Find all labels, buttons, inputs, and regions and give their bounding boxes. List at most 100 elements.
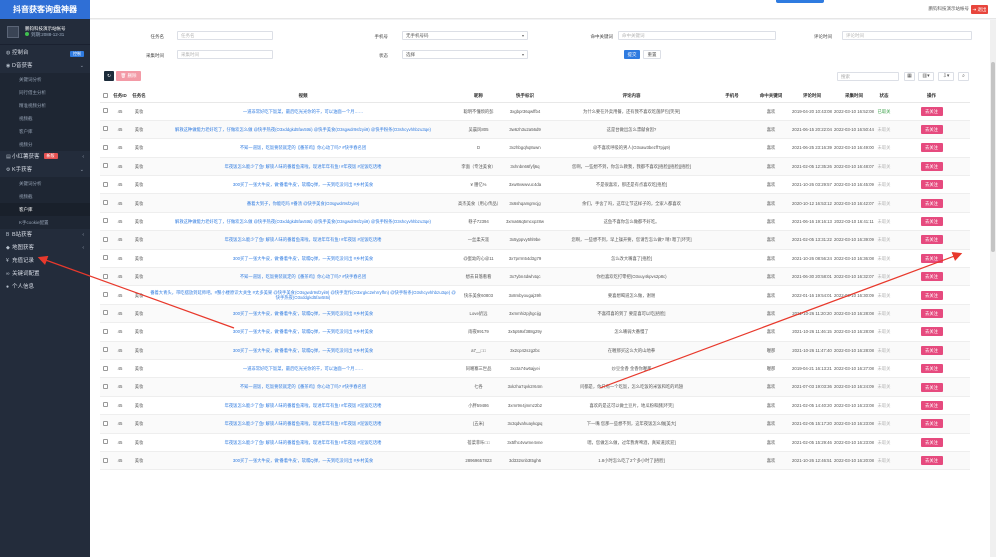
follow-button[interactable]: 去关注 — [920, 217, 943, 227]
row-checkbox[interactable] — [103, 255, 108, 261]
follow-button[interactable]: 去关注 — [920, 180, 943, 190]
columns-button[interactable]: ▥▾ — [918, 72, 934, 81]
row-checkbox[interactable] — [103, 383, 108, 389]
sidebar-item-4[interactable]: B B站获客 ‹ — [0, 229, 90, 242]
sidebar-item-7[interactable]: ∞ 关键词配置 — [0, 268, 90, 281]
row-checkbox[interactable] — [103, 163, 108, 169]
sidebar-subitem[interactable]: K手cookie配置 — [0, 216, 90, 229]
cell-video[interactable]: 年夜饭怎么能少了鱼! 解锁人味的番着鱼来啦。现进年年有鱼! #年夜饭 #泥饭吃话… — [149, 230, 457, 250]
logout-button[interactable]: ⇥ 退出 — [971, 5, 988, 14]
scrollbar[interactable] — [990, 20, 996, 557]
sidebar-item-5[interactable]: ◆ 地图获客 ‹ — [0, 242, 90, 255]
follow-button[interactable]: 去关注 — [920, 382, 943, 392]
reset-button[interactable]: 重置 — [643, 50, 661, 59]
comment-time-input[interactable]: 评论时间 — [842, 31, 972, 40]
column-header[interactable] — [100, 90, 111, 103]
cell-video[interactable]: 番着大青头，带吃摆放到延师吧。#蟹小楼原识大关生 #太多美果 @快手美食(O3s… — [149, 285, 457, 305]
cell-video[interactable]: 年夜饭怎么能少了鱼! 解锁人味的番着鱼来啦。现进年年有鱼! #年夜饭 #泥饭吃话… — [149, 157, 457, 177]
row-checkbox[interactable] — [103, 144, 108, 150]
sidebar-item-3[interactable]: ⚙ K手获客 ⌄ — [0, 164, 90, 177]
row-checkbox[interactable] — [103, 218, 108, 224]
sidebar-subitem[interactable]: 客户库 — [0, 125, 90, 138]
sidebar-subitem[interactable]: 视频截 — [0, 190, 90, 203]
cell-video[interactable]: 一道非常好吃下饭菜，最后吃光光你的干，可以油面一个月…… — [149, 102, 457, 121]
table-search-button[interactable]: ⌕ — [958, 72, 969, 81]
row-checkbox[interactable] — [103, 365, 108, 371]
cell-video[interactable]: 解救这种做能力老好吃了，仔做欢怎么做 @快手热夜(O3xddgkd5fav5t6… — [149, 120, 457, 140]
cell-video[interactable]: 300买了一张大牛皮，做'番着牛皮'，软糯Q弹，一天到吃没问出 #乡村美食 — [149, 322, 457, 342]
follow-button[interactable]: 去关注 — [920, 419, 943, 429]
follow-button[interactable]: 去关注 — [920, 456, 943, 466]
follow-button[interactable]: 去关注 — [920, 106, 943, 116]
row-checkbox[interactable] — [103, 402, 108, 408]
collect-time-input[interactable]: 采集时间 — [177, 50, 273, 59]
sidebar-subitem[interactable]: 关键词分析 — [0, 177, 90, 190]
sidebar-subitem[interactable]: 视频分 — [0, 138, 90, 151]
cell-video[interactable]: 番着大到子，你能吃吗 #番汤 @快手美食(O3sgwdr9sfzyii9) — [149, 193, 457, 213]
row-checkbox[interactable] — [103, 200, 108, 206]
sidebar-item-0[interactable]: ◍ 控制台 控制 — [0, 47, 90, 60]
cell-video[interactable]: 一道非常好吃下饭菜，最后吃光光你的干，可以油面一个月…… — [149, 359, 457, 379]
delete-button[interactable]: 🗑 删除 — [116, 71, 141, 81]
scrollbar-thumb[interactable] — [991, 62, 995, 252]
submit-button[interactable]: 提交 — [624, 50, 640, 59]
task-input[interactable]: 任务名 — [177, 31, 273, 40]
follow-button[interactable]: 去关注 — [920, 437, 943, 447]
row-checkbox[interactable] — [103, 273, 108, 279]
sidebar-item-6[interactable]: ¥ 充值记录 — [0, 255, 90, 268]
cell-video[interactable]: 300买了一张大牛皮，做'番着牛皮'，软糯Q弹，一天到吃没问出 #乡村美食 — [149, 304, 457, 324]
sidebar-subitem[interactable]: 客户库 — [0, 203, 90, 216]
cell-video[interactable]: 300买了一张大牛皮，做'番着牛皮'，软糯Q弹，一天到吃没问出 #乡村美食 — [149, 451, 457, 471]
row-checkbox[interactable] — [103, 292, 108, 297]
status-select[interactable]: 选择 ▾ — [402, 50, 528, 59]
row-checkbox[interactable] — [103, 310, 108, 316]
row-checkbox[interactable] — [103, 457, 108, 463]
cell-video[interactable]: 300买了一张大牛皮，做'番着牛皮'，软糯Q弹，一天到吃没问出 #乡村美食 — [149, 175, 457, 195]
cell-video[interactable]: 解救这种做能力老好吃了，仔做欢怎么做 @快手热夜(O3xddgkd5fav5t6… — [149, 212, 457, 232]
follow-button[interactable]: 去关注 — [920, 364, 943, 374]
phone-select[interactable]: 无手机号码 ▾ — [402, 31, 528, 40]
row-checkbox[interactable] — [103, 108, 108, 114]
export-button[interactable]: ⇩▾ — [938, 72, 954, 81]
refresh-button[interactable]: ↻ — [104, 71, 114, 81]
cell-video[interactable]: 不知一道饭，吃饭要装就定的【番茶鸡】你心动了吗? #快手春名团 — [149, 377, 457, 397]
table-search-input[interactable]: 搜索 — [837, 72, 899, 81]
follow-button[interactable]: 去关注 — [920, 308, 943, 318]
cell-video[interactable]: 不知一道饭，吃饭要装就定的【番茶鸡】你心动了吗? #快手春名团 — [149, 267, 457, 287]
follow-button[interactable]: 去关注 — [920, 125, 943, 135]
row-checkbox[interactable] — [103, 181, 108, 187]
row-checkbox[interactable] — [103, 420, 108, 426]
row-checkbox[interactable] — [103, 347, 108, 353]
follow-button[interactable]: 去关注 — [920, 290, 943, 300]
follow-button[interactable]: 去关注 — [920, 272, 943, 282]
follow-button[interactable]: 去关注 — [920, 345, 943, 355]
toggle-view-button[interactable]: ▦ — [904, 72, 915, 81]
cell-video[interactable]: 年夜饭怎么能少了鱼! 解锁人味的番着鱼来啦。现进年年有鱼! #年夜饭 #泥饭吃话… — [149, 414, 457, 434]
cell-video[interactable]: 300买了一张大牛皮，做'番着牛皮'，软糯Q弹，一天到吃没问出 #乡村美食 — [149, 341, 457, 360]
cell-video[interactable]: 年夜饭怎么能少了鱼! 解锁人味的番着鱼来啦。现进年年有鱼! #年夜饭 #泥饭吃话… — [149, 396, 457, 416]
follow-button[interactable]: 去关注 — [920, 253, 943, 263]
follow-button[interactable]: 去关注 — [920, 143, 943, 153]
follow-button[interactable]: 去关注 — [920, 400, 943, 410]
follow-button[interactable]: 去关注 — [920, 235, 943, 245]
row-checkbox[interactable] — [103, 126, 108, 132]
sidebar-item-1[interactable]: ◉ D音获客 ⌄ — [0, 60, 90, 73]
sidebar-subitem[interactable]: 精准视频分析 — [0, 99, 90, 112]
sidebar-subitem[interactable]: 视频截 — [0, 112, 90, 125]
select-all-checkbox[interactable] — [103, 92, 108, 98]
cell-video[interactable]: 300买了一张大牛皮，做'番着牛皮'，软糯Q弹，一天到吃没问出 #乡村美食 — [149, 249, 457, 269]
follow-button[interactable]: 去关注 — [920, 198, 943, 208]
cell-video[interactable]: 年夜饭怎么能少了鱼! 解锁人味的番着鱼来啦。现进年年有鱼! #年夜饭 #泥饭吃话… — [149, 433, 457, 452]
keyword-input[interactable]: 命中关键词 — [618, 31, 776, 40]
sidebar-subitem[interactable]: 同行借主分析 — [0, 86, 90, 99]
cell-video[interactable]: 不知一道饭，吃饭要装就定的【番茶鸡】你心动了吗? #快手春名团 — [149, 138, 457, 158]
sidebar-item-8[interactable]: ● 个人信息 — [0, 281, 90, 294]
header-account-name[interactable]: 鹏钧科技演示站帐号 — [929, 6, 970, 12]
row-checkbox[interactable] — [103, 439, 108, 445]
row-checkbox[interactable] — [103, 328, 108, 334]
follow-button[interactable]: 去关注 — [920, 161, 943, 171]
follow-button[interactable]: 去关注 — [920, 327, 943, 337]
row-checkbox[interactable] — [103, 236, 108, 242]
sidebar-subitem[interactable]: 关键词分析 — [0, 73, 90, 86]
sidebar-item-2[interactable]: ▤小红薯获客 新版 ‹ — [0, 151, 90, 164]
